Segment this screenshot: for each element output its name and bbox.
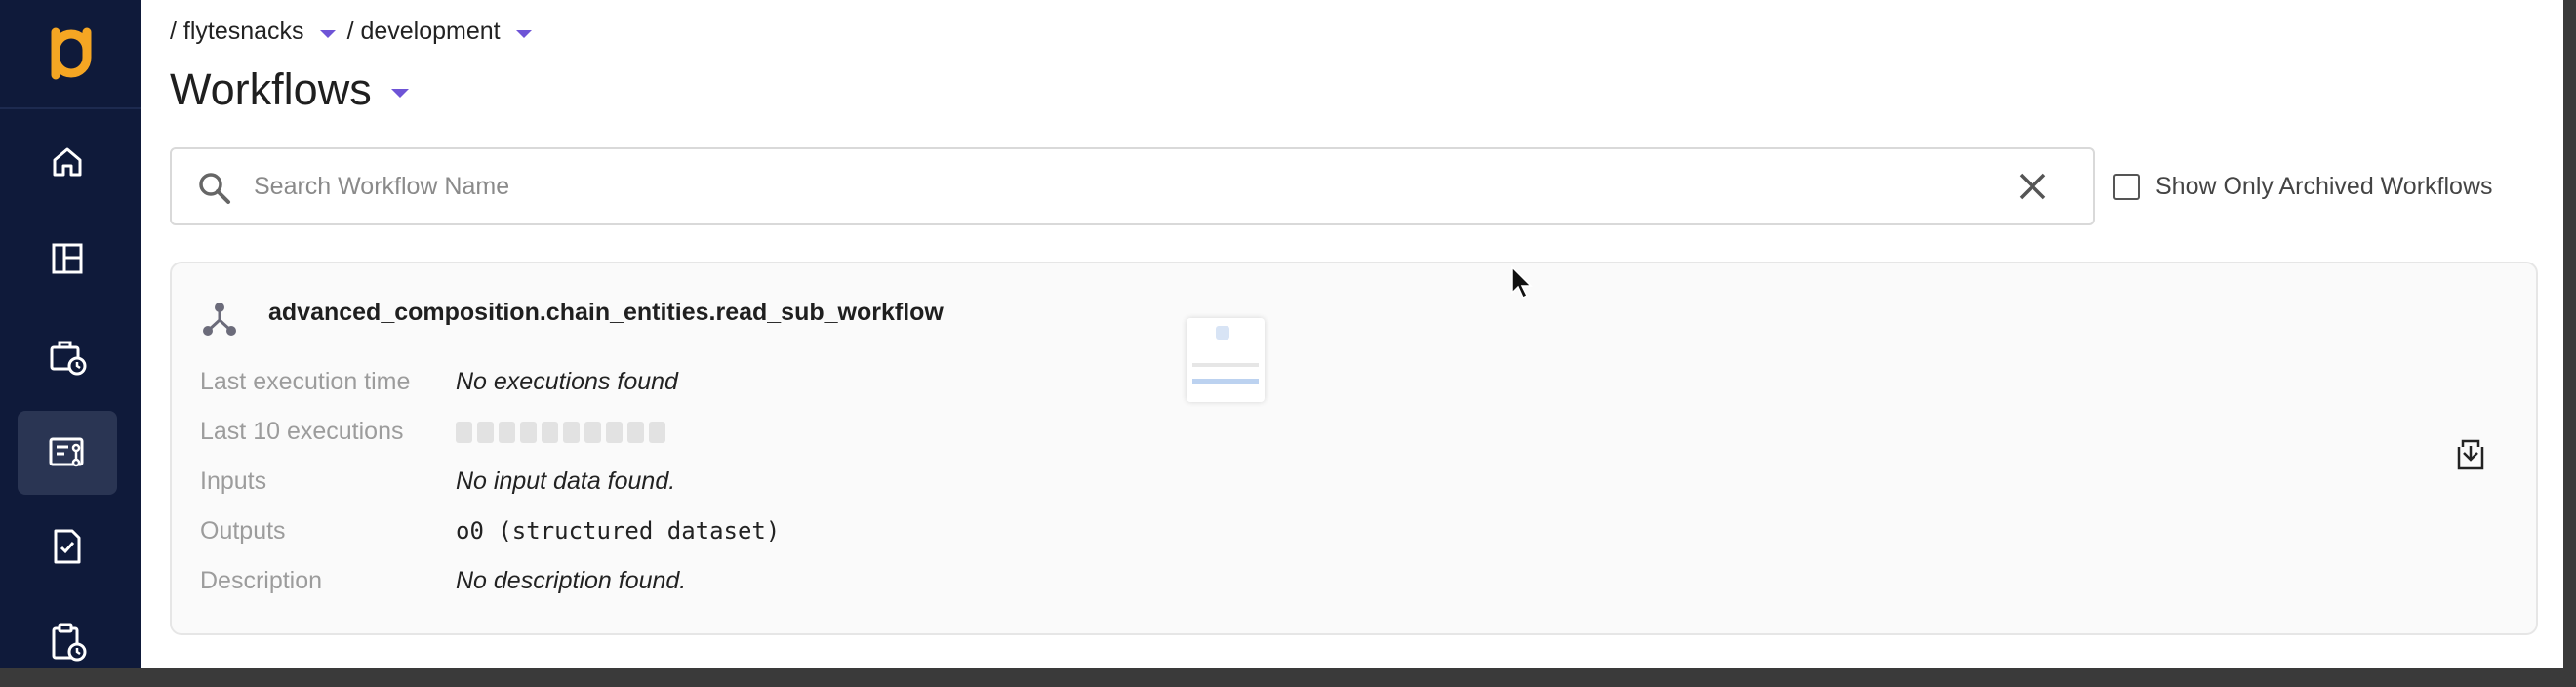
execution-status-square — [520, 422, 537, 443]
archived-label[interactable]: Show Only Archived Workflows — [2155, 173, 2493, 201]
execution-status-square — [542, 422, 558, 443]
sidebar-item-workflows[interactable] — [18, 411, 117, 495]
sidebar-item-executions[interactable] — [18, 599, 117, 668]
domain-dropdown-caret-icon[interactable] — [515, 29, 532, 38]
workflow-name[interactable]: advanced_composition.chain_entities.read… — [268, 299, 944, 327]
drag-preview-thumbnail — [1187, 318, 1265, 402]
sidebar-item-dashboard[interactable] — [18, 217, 117, 301]
execution-status-square — [499, 422, 515, 443]
execution-status-square — [584, 422, 601, 443]
breadcrumb-domain[interactable]: / development — [347, 18, 501, 46]
title-dropdown-caret-icon[interactable] — [390, 88, 409, 98]
execution-status-square — [477, 422, 494, 443]
description-label: Description — [200, 567, 323, 594]
last-execution-value: No executions found — [456, 368, 678, 395]
search-box[interactable]: Search Workflow Name — [170, 147, 2095, 225]
app-window: / flytesnacks / development Workflows Se… — [0, 0, 2563, 668]
execution-status-square — [627, 422, 644, 443]
search-input[interactable]: Search Workflow Name — [254, 149, 509, 223]
workflow-card[interactable]: advanced_composition.chain_entities.read… — [170, 262, 2538, 635]
search-icon — [199, 173, 230, 204]
home-icon — [53, 147, 82, 177]
breadcrumb-project[interactable]: / flytesnacks — [170, 18, 304, 46]
execution-status-square — [649, 422, 665, 443]
workflow-icon — [203, 303, 236, 336]
sidebar-item-tasks[interactable] — [18, 314, 117, 398]
sidebar-item-launch-plans[interactable] — [18, 505, 117, 588]
page-title-row: Workflows — [170, 64, 415, 115]
archived-checkbox[interactable] — [2113, 174, 2140, 200]
dashboard-icon — [52, 243, 83, 274]
archived-filter[interactable]: Show Only Archived Workflows — [2113, 173, 2493, 201]
main-content: / flytesnacks / development Workflows Se… — [141, 0, 2563, 668]
inputs-label: Inputs — [200, 467, 267, 495]
workflows-icon — [49, 437, 84, 467]
outputs-value: o0 (structured dataset) — [456, 517, 781, 545]
execution-status-square — [563, 422, 580, 443]
execution-history-bar — [456, 422, 665, 443]
flyte-logo-icon — [51, 27, 91, 80]
tasks-icon — [50, 341, 87, 376]
description-value: No description found. — [456, 567, 687, 594]
execution-status-square — [606, 422, 623, 443]
mouse-cursor-icon — [1511, 265, 1533, 300]
last-10-executions-label: Last 10 executions — [200, 418, 404, 445]
sidebar — [0, 0, 141, 668]
breadcrumb: / flytesnacks / development — [170, 18, 538, 46]
last-execution-label: Last execution time — [200, 368, 411, 395]
close-icon[interactable] — [2015, 169, 2050, 204]
flyte-logo[interactable] — [0, 0, 141, 109]
executions-icon — [52, 623, 87, 662]
launch-plans-icon — [54, 529, 81, 564]
sidebar-item-home[interactable] — [18, 120, 117, 204]
inputs-value: No input data found. — [456, 467, 676, 495]
page-title: Workflows — [170, 64, 372, 114]
outputs-label: Outputs — [200, 517, 286, 545]
archive-icon[interactable] — [2453, 437, 2488, 472]
execution-status-square — [456, 422, 472, 443]
project-dropdown-caret-icon[interactable] — [319, 29, 336, 38]
